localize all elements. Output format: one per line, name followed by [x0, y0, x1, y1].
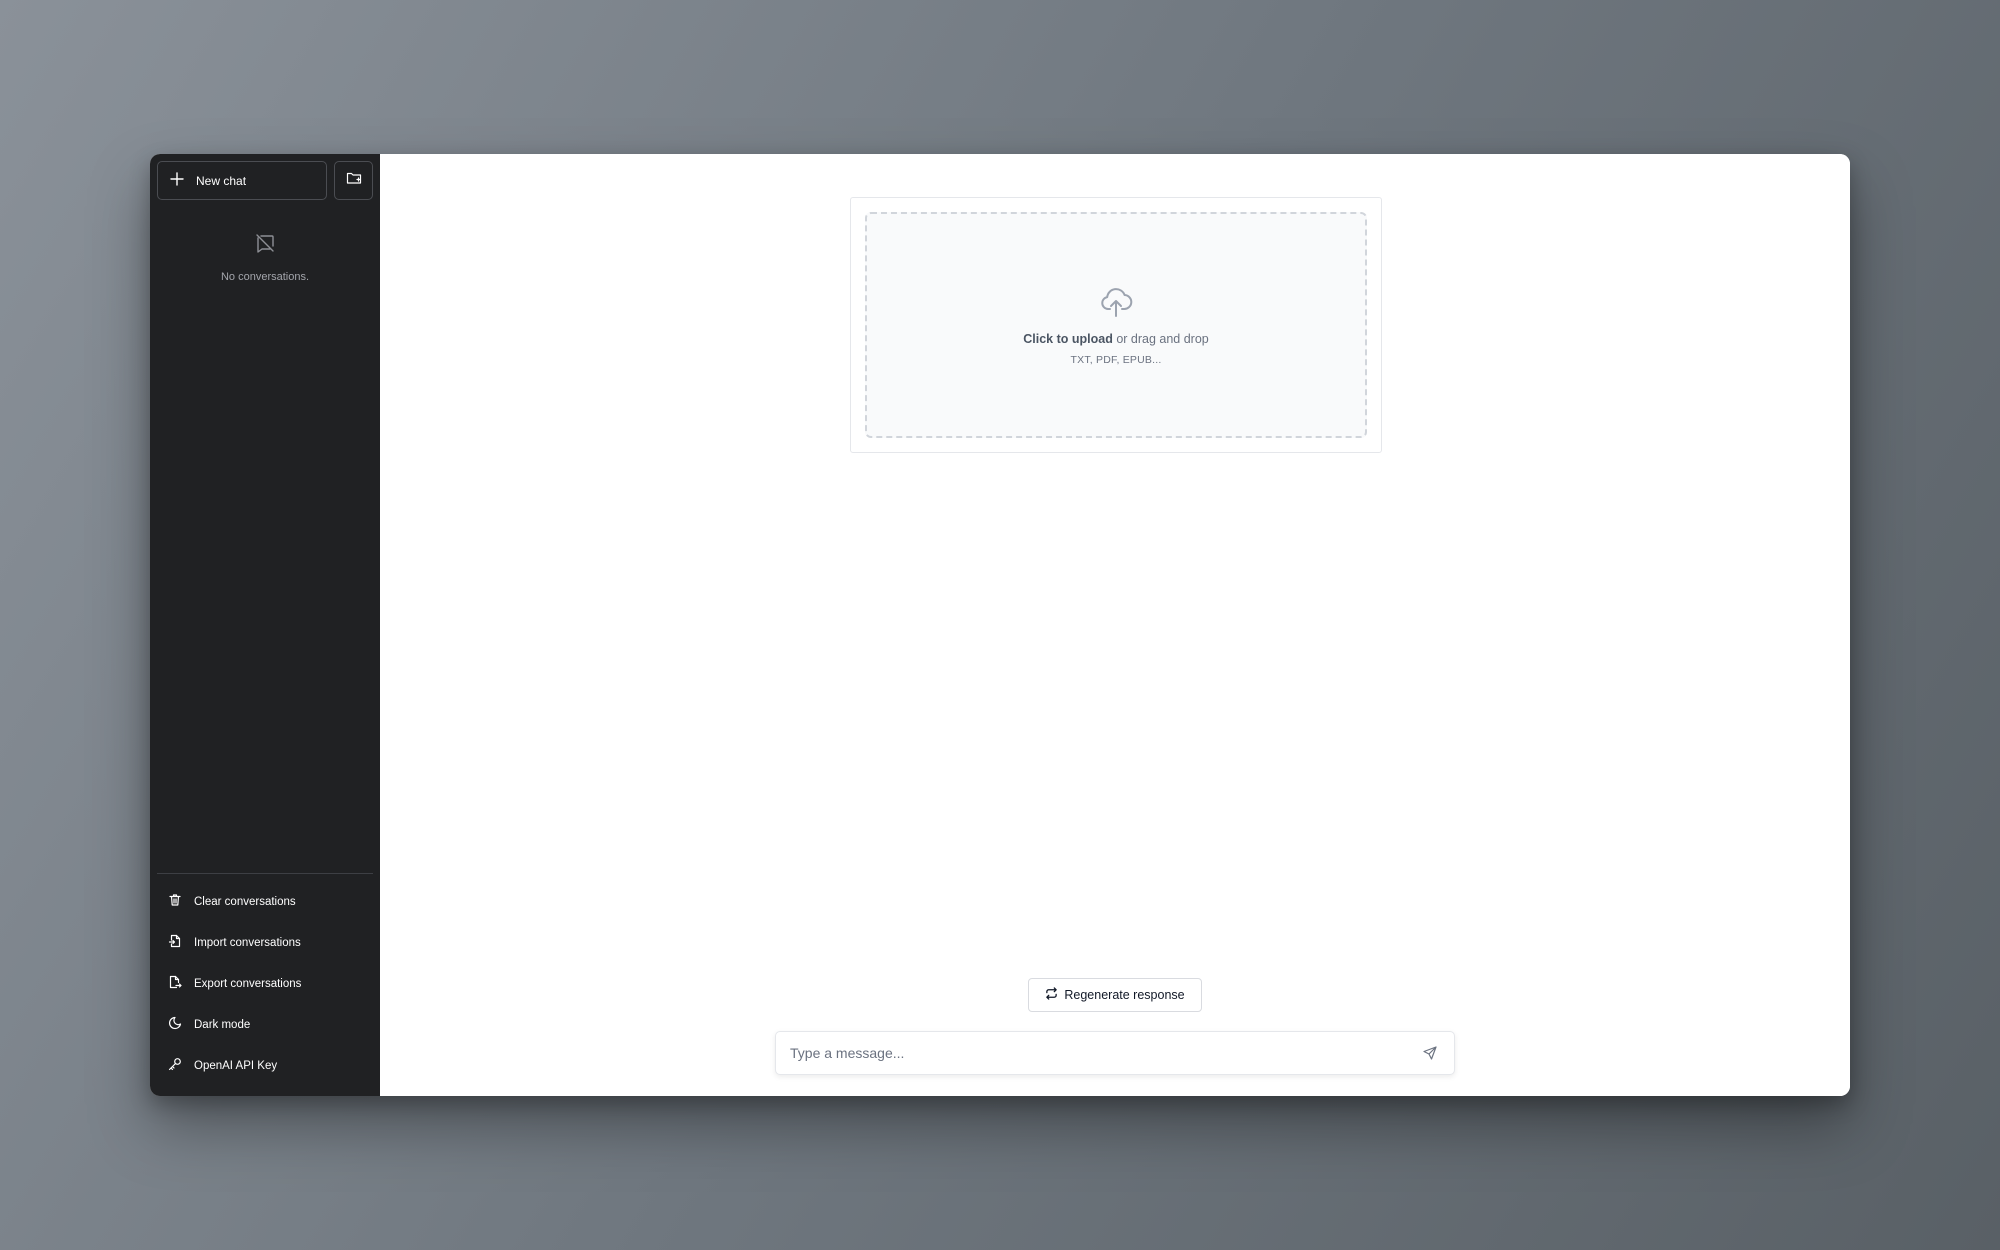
regenerate-response-button[interactable]: Regenerate response — [1028, 978, 1202, 1012]
key-icon — [168, 1057, 182, 1074]
empty-conversations-text: No conversations. — [220, 271, 310, 283]
upload-formats: TXT, PDF, EPUB... — [1070, 353, 1162, 366]
file-export-icon — [168, 975, 182, 992]
clear-conversations-label: Clear conversations — [194, 895, 296, 908]
message-off-icon — [254, 232, 276, 259]
api-key-label: OpenAI API Key — [194, 1059, 278, 1072]
cloud-upload-icon — [1099, 285, 1133, 324]
send-icon[interactable] — [1420, 1043, 1440, 1063]
sidebar-menu: Clear conversations Import conversations — [157, 873, 373, 1086]
message-input[interactable] — [790, 1045, 1420, 1061]
app-window: New chat No conversations. Clear convers… — [150, 154, 1850, 1096]
import-conversations-button[interactable]: Import conversations — [157, 922, 373, 963]
api-key-button[interactable]: OpenAI API Key — [157, 1045, 373, 1086]
message-composer — [775, 1031, 1455, 1075]
click-to-upload-text[interactable]: Click to upload — [1023, 332, 1113, 346]
regenerate-label: Regenerate response — [1064, 988, 1185, 1002]
clear-conversations-button[interactable]: Clear conversations — [157, 881, 373, 922]
upload-instruction: Click to upload or drag and drop — [1023, 332, 1209, 346]
import-conversations-label: Import conversations — [194, 936, 301, 949]
sidebar-top: New chat — [157, 161, 373, 200]
upload-panel: Click to upload or drag and drop TXT, PD… — [850, 197, 1382, 453]
dark-mode-label: Dark mode — [194, 1018, 251, 1031]
new-folder-button[interactable] — [334, 161, 373, 200]
new-chat-button[interactable]: New chat — [157, 161, 327, 200]
trash-icon — [168, 893, 182, 910]
upload-dropzone[interactable]: Click to upload or drag and drop TXT, PD… — [865, 212, 1367, 438]
file-import-icon — [168, 934, 182, 951]
dark-mode-button[interactable]: Dark mode — [157, 1004, 373, 1045]
empty-conversations: No conversations. — [157, 232, 373, 283]
folder-plus-icon — [346, 170, 362, 191]
new-chat-label: New chat — [196, 173, 247, 188]
plus-icon — [170, 172, 184, 189]
refresh-icon — [1045, 987, 1058, 1003]
chat-main: Click to upload or drag and drop TXT, PD… — [380, 154, 1850, 1096]
export-conversations-button[interactable]: Export conversations — [157, 963, 373, 1004]
sidebar: New chat No conversations. Clear convers… — [150, 154, 380, 1096]
drag-drop-text: or drag and drop — [1112, 331, 1209, 346]
moon-icon — [168, 1016, 182, 1033]
export-conversations-label: Export conversations — [194, 977, 302, 990]
